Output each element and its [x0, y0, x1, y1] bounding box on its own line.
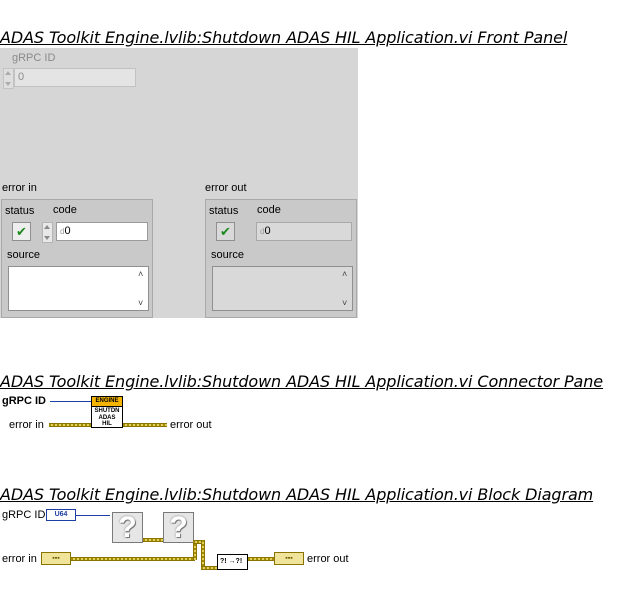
grpc-id-increment-decrement[interactable]	[3, 68, 14, 89]
bd-error-wire-drop	[201, 540, 205, 568]
bd-error-in-label: error in	[2, 553, 37, 565]
error-in-code-increment-decrement[interactable]	[42, 222, 53, 243]
scroll-down-icon[interactable]: ˅	[342, 298, 347, 308]
error-in-source-textbox[interactable]: ˄ ˅	[8, 266, 149, 311]
increment-arrow-icon	[5, 71, 11, 75]
grpc-id-label: gRPC ID	[12, 52, 56, 64]
bd-error-wire-c	[201, 566, 217, 570]
merge-errors-node[interactable]: ?! →?!	[217, 554, 248, 570]
error-in-code-input[interactable]: d0	[56, 222, 148, 241]
error-out-code-indicator: d0	[256, 222, 352, 241]
checkmark-icon: ✔	[16, 224, 27, 239]
bd-grpc-id-wire	[76, 515, 110, 516]
error-in-terminal[interactable]: ▪▪▪	[41, 552, 71, 565]
error-in-label: error in	[2, 182, 37, 194]
error-out-code-value: 0	[264, 225, 271, 237]
decrement-arrow-icon	[44, 236, 50, 240]
grpc-id-terminal[interactable]: U64	[46, 509, 76, 521]
grpc-id-wire	[50, 401, 92, 402]
icon-text: SHUTDN ADAS HIL	[94, 408, 120, 427]
front-panel-title: ADAS Toolkit Engine.lvlib:Shutdown ADAS …	[0, 28, 568, 47]
connector-pane-title: ADAS Toolkit Engine.lvlib:Shutdown ADAS …	[0, 372, 604, 391]
vi-icon: ENGINE SHUTDN ADAS HIL	[91, 396, 123, 428]
error-in-wire	[49, 423, 91, 427]
checkmark-icon: ✔	[220, 224, 231, 239]
error-in-status-checkbox[interactable]: ✔	[12, 222, 31, 241]
error-out-source-label: source	[211, 249, 245, 261]
error-out-cluster: status code ✔ d0 source ˄ ˅	[205, 199, 357, 318]
error-in-source-label: source	[7, 249, 41, 261]
error-in-source-scrollbar[interactable]: ˄ ˅	[136, 267, 148, 310]
error-out-status-indicator: ✔	[216, 222, 235, 241]
decrement-arrow-icon	[5, 82, 11, 86]
error-out-wire	[123, 423, 167, 427]
block-diagram-title: ADAS Toolkit Engine.lvlib:Shutdown ADAS …	[0, 485, 594, 504]
unknown-subvi-node-2[interactable]: ?	[163, 512, 194, 543]
bd-grpc-id-label: gRPC ID	[2, 509, 46, 521]
scroll-up-icon[interactable]: ˄	[342, 269, 347, 279]
bd-error-out-wire	[248, 557, 274, 561]
error-out-label: error out	[205, 182, 247, 194]
icon-banner: ENGINE	[92, 397, 122, 407]
error-out-terminal[interactable]: ▪▪▪	[274, 552, 304, 565]
connector-error-in-label: error in	[9, 419, 44, 431]
increment-arrow-icon	[44, 225, 50, 229]
error-out-source-scrollbar[interactable]: ˄ ˅	[340, 267, 352, 310]
bd-error-in-wire-a	[71, 557, 195, 561]
error-out-status-label: status	[209, 205, 239, 217]
scroll-down-icon[interactable]: ˅	[138, 298, 143, 308]
grpc-id-input[interactable]: 0	[14, 68, 136, 87]
unknown-subvi-node-1[interactable]: ?	[112, 512, 143, 543]
scroll-up-icon[interactable]: ˄	[138, 269, 143, 279]
error-in-status-label: status	[5, 205, 35, 217]
error-in-cluster: status code ✔ d0 source ˄ ˅	[1, 199, 153, 318]
connector-grpc-id-label: gRPC ID	[2, 395, 46, 407]
bd-node-link-wire	[143, 538, 163, 542]
front-panel: gRPC ID 0 error in status code ✔ d0 sour…	[0, 48, 358, 318]
error-in-code-label: code	[53, 204, 77, 216]
error-in-code-value: 0	[64, 225, 71, 237]
connector-error-out-label: error out	[170, 419, 212, 431]
error-out-code-label: code	[257, 204, 281, 216]
bd-error-out-label: error out	[307, 553, 349, 565]
error-out-source-indicator: ˄ ˅	[212, 266, 353, 311]
